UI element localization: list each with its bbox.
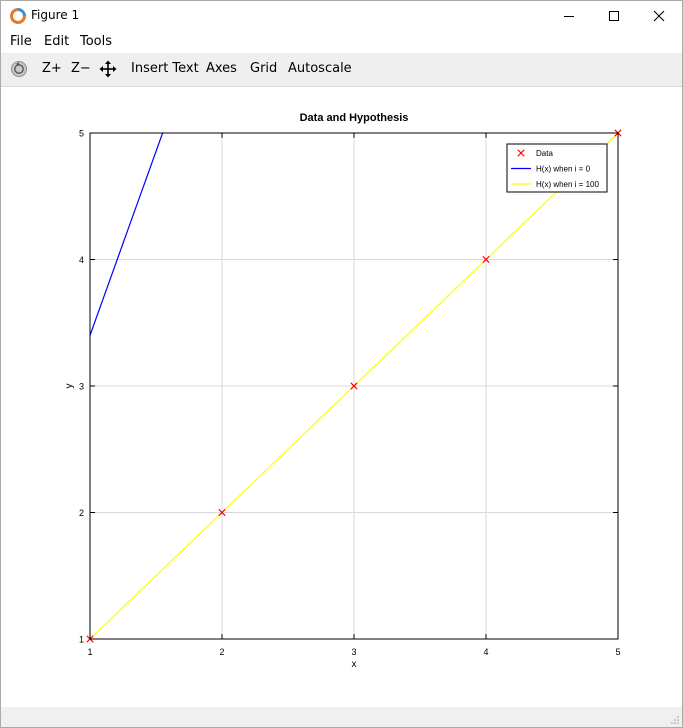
menu-edit[interactable]: Edit (44, 34, 69, 49)
figure-window: Figure 1 File Edit Tools Z+ Z− Insert Te… (0, 0, 683, 728)
x-tick-label: 4 (483, 647, 488, 657)
menu-tools[interactable]: Tools (80, 34, 112, 49)
resize-grip-icon[interactable] (670, 715, 680, 725)
window-title: Figure 1 (31, 8, 80, 22)
legend-label: H(x) when i = 100 (536, 180, 599, 189)
plot-svg: Data and Hypothesis x y 1 2 3 4 5 1 2 3 4 5 Data H(… (64, 112, 622, 670)
x-axis-label: x (352, 659, 357, 670)
menu-file[interactable]: File (10, 34, 32, 49)
autoscale-button[interactable]: Autoscale (288, 61, 352, 76)
y-tick-label: 1 (79, 635, 84, 645)
legend-label: Data (536, 149, 553, 158)
y-tick-label: 2 (79, 508, 84, 518)
y-tick-label: 5 (79, 129, 84, 139)
maximize-button[interactable] (591, 1, 637, 31)
x-tick-label: 1 (87, 647, 92, 657)
pan-arrows-icon[interactable] (99, 60, 117, 78)
axes-button[interactable]: Axes (206, 61, 237, 76)
maximize-icon (609, 11, 619, 21)
title-bar[interactable]: Figure 1 (1, 1, 682, 31)
figure-canvas[interactable]: Data and Hypothesis x y 1 2 3 4 5 1 2 3 4 5 Data H(… (1, 87, 682, 707)
zoom-out-button[interactable]: Z− (71, 61, 91, 76)
x-tick-label: 5 (615, 647, 620, 657)
grid-button[interactable]: Grid (250, 61, 277, 76)
x-tick-label: 3 (351, 647, 356, 657)
minimize-icon (564, 16, 574, 17)
close-icon (653, 10, 665, 22)
y-tick-label: 4 (79, 255, 84, 265)
chart-title: Data and Hypothesis (300, 112, 409, 124)
close-button[interactable] (636, 1, 682, 31)
octave-app-icon (10, 8, 26, 24)
legend-label: H(x) when i = 0 (536, 165, 591, 174)
figure-toolbar: Z+ Z− Insert Text Axes Grid Autoscale (1, 53, 682, 87)
menu-bar: File Edit Tools (1, 31, 682, 53)
insert-text-button[interactable]: Insert Text (131, 61, 199, 76)
zoom-in-button[interactable]: Z+ (42, 61, 62, 76)
x-tick-label: 2 (219, 647, 224, 657)
y-axis-label: y (64, 384, 75, 389)
rotate-icon[interactable] (10, 60, 28, 78)
y-tick-label: 3 (79, 382, 84, 392)
minimize-button[interactable] (546, 1, 592, 31)
status-bar (1, 707, 682, 727)
